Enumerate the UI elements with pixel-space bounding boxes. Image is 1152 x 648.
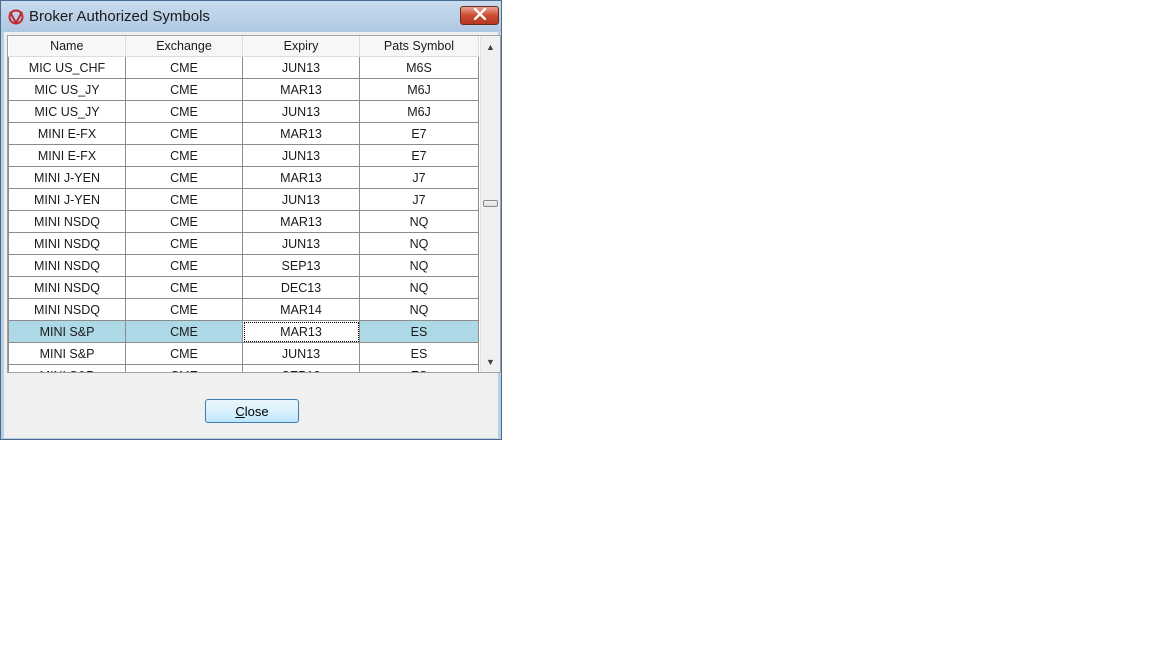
- table-row[interactable]: MINI J-YEN CME JUN13 J7: [8, 188, 479, 211]
- cell-expiry[interactable]: JUN13: [242, 232, 360, 255]
- cell-exchange[interactable]: CME: [125, 276, 243, 299]
- close-button-label: lose: [244, 403, 269, 419]
- cell-expiry[interactable]: MAR13: [242, 78, 360, 101]
- arrow-up-icon: ▲: [486, 41, 495, 52]
- cell-pats-symbol[interactable]: NQ: [359, 276, 479, 299]
- scroll-thumb[interactable]: [483, 200, 498, 207]
- header-row: Name Exchange Expiry Pats Symbol: [8, 36, 479, 57]
- cell-pats-symbol[interactable]: ES: [359, 320, 479, 343]
- vertical-scrollbar[interactable]: ▲ ▼: [480, 36, 500, 372]
- cell-expiry[interactable]: JUN13: [242, 188, 360, 211]
- table-row[interactable]: MINI E-FX CME JUN13 E7: [8, 144, 479, 167]
- cell-name[interactable]: MIC US_JY: [8, 78, 126, 101]
- cell-pats-symbol[interactable]: E7: [359, 144, 479, 167]
- symbols-table: Name Exchange Expiry Pats Symbol MIC US_…: [8, 36, 479, 372]
- cell-expiry[interactable]: SEP13: [242, 364, 360, 372]
- cell-expiry[interactable]: MAR13: [242, 122, 360, 145]
- cell-name[interactable]: MIC US_CHF: [8, 56, 126, 79]
- cell-exchange[interactable]: CME: [125, 166, 243, 189]
- cell-pats-symbol[interactable]: NQ: [359, 232, 479, 255]
- cell-expiry[interactable]: JUN13: [242, 56, 360, 79]
- cell-exchange[interactable]: CME: [125, 342, 243, 365]
- table-row[interactable]: MIC US_CHF CME JUN13 M6S: [8, 56, 479, 79]
- grid-viewport: Name Exchange Expiry Pats Symbol MIC US_…: [8, 36, 480, 372]
- cell-name[interactable]: MINI J-YEN: [8, 166, 126, 189]
- cell-expiry[interactable]: JUN13: [242, 144, 360, 167]
- cell-exchange[interactable]: CME: [125, 232, 243, 255]
- dialog-body: Name Exchange Expiry Pats Symbol MIC US_…: [4, 32, 501, 438]
- cell-pats-symbol[interactable]: M6J: [359, 78, 479, 101]
- cell-pats-symbol[interactable]: J7: [359, 166, 479, 189]
- cell-pats-symbol[interactable]: M6S: [359, 56, 479, 79]
- cell-exchange[interactable]: CME: [125, 144, 243, 167]
- table-row[interactable]: MINI S&PCMESEP13ES: [8, 364, 479, 372]
- table-row[interactable]: MINI NSDQ CME DEC13 NQ: [8, 276, 479, 299]
- cell-name[interactable]: MINI NSDQ: [8, 210, 126, 233]
- cell-exchange[interactable]: CME: [125, 100, 243, 123]
- cell-expiry[interactable]: MAR13: [242, 166, 360, 189]
- table-row[interactable]: MINI NSDQ CME SEP13 NQ: [8, 254, 479, 277]
- close-button-mnemonic: C: [235, 403, 245, 419]
- cell-expiry[interactable]: JUN13: [242, 342, 360, 365]
- symbols-grid: Name Exchange Expiry Pats Symbol MIC US_…: [7, 35, 501, 373]
- app-logo-icon: [7, 9, 25, 26]
- cell-pats-symbol[interactable]: M6J: [359, 100, 479, 123]
- cell-exchange[interactable]: CME: [125, 254, 243, 277]
- table-row[interactable]: MINI NSDQ CME MAR13 NQ: [8, 210, 479, 233]
- cell-exchange[interactable]: CME: [125, 298, 243, 321]
- cell-pats-symbol[interactable]: ES: [359, 364, 479, 372]
- column-header-expiry[interactable]: Expiry: [242, 36, 360, 57]
- cell-exchange[interactable]: CME: [125, 188, 243, 211]
- cell-name[interactable]: MINI S&P: [8, 320, 126, 343]
- cell-name[interactable]: MINI S&P: [8, 342, 126, 365]
- scroll-up-button[interactable]: ▲: [481, 38, 500, 55]
- cell-name[interactable]: MINI E-FX: [8, 144, 126, 167]
- cell-exchange[interactable]: CME: [125, 210, 243, 233]
- table-row[interactable]: MINI NSDQ CME MAR14 NQ: [8, 298, 479, 321]
- cell-pats-symbol[interactable]: E7: [359, 122, 479, 145]
- cell-expiry[interactable]: MAR13: [242, 210, 360, 233]
- table-row[interactable]: MIC US_JY CME MAR13 M6J: [8, 78, 479, 101]
- window-title: Broker Authorized Symbols: [29, 8, 210, 25]
- cell-exchange[interactable]: CME: [125, 320, 243, 343]
- cell-name[interactable]: MINI J-YEN: [8, 188, 126, 211]
- column-header-name[interactable]: Name: [8, 36, 126, 57]
- cell-expiry[interactable]: DEC13: [242, 276, 360, 299]
- cell-name[interactable]: MINI E-FX: [8, 122, 126, 145]
- cell-pats-symbol[interactable]: NQ: [359, 298, 479, 321]
- table-row[interactable]: MINI J-YEN CME MAR13 J7: [8, 166, 479, 189]
- cell-name[interactable]: MINI NSDQ: [8, 276, 126, 299]
- cell-exchange[interactable]: CME: [125, 56, 243, 79]
- scroll-down-button[interactable]: ▼: [481, 353, 500, 370]
- column-header-exchange[interactable]: Exchange: [125, 36, 243, 57]
- cell-expiry[interactable]: JUN13: [242, 100, 360, 123]
- cell-expiry[interactable]: MAR14: [242, 298, 360, 321]
- table-row[interactable]: MINI E-FX CME MAR13 E7: [8, 122, 479, 145]
- cell-name[interactable]: MINI NSDQ: [8, 232, 126, 255]
- cell-pats-symbol[interactable]: ES: [359, 342, 479, 365]
- cell-expiry[interactable]: MAR13: [242, 320, 360, 343]
- table-row[interactable]: MINI S&P CME JUN13 ES: [8, 342, 479, 365]
- column-header-pats-symbol[interactable]: Pats Symbol: [359, 36, 479, 57]
- cell-exchange[interactable]: CME: [125, 78, 243, 101]
- cell-pats-symbol[interactable]: NQ: [359, 210, 479, 233]
- table-row[interactable]: MINI NSDQ CME JUN13 NQ: [8, 232, 479, 255]
- table-row[interactable]: MINI S&P CME MAR13 ES: [8, 320, 479, 343]
- close-icon: [473, 7, 487, 25]
- table-row[interactable]: MIC US_JY CME JUN13 M6J: [8, 100, 479, 123]
- cell-exchange[interactable]: CME: [125, 364, 243, 372]
- cell-name[interactable]: MINI S&P: [8, 364, 126, 372]
- cell-name[interactable]: MINI NSDQ: [8, 254, 126, 277]
- broker-authorized-symbols-window: Broker Authorized Symbols Name Exchange …: [0, 0, 502, 440]
- cell-expiry[interactable]: SEP13: [242, 254, 360, 277]
- title-bar[interactable]: Broker Authorized Symbols: [1, 1, 501, 32]
- window-close-button[interactable]: [460, 6, 499, 25]
- cell-name[interactable]: MIC US_JY: [8, 100, 126, 123]
- cell-name[interactable]: MINI NSDQ: [8, 298, 126, 321]
- cell-pats-symbol[interactable]: J7: [359, 188, 479, 211]
- cell-exchange[interactable]: CME: [125, 122, 243, 145]
- cell-pats-symbol[interactable]: NQ: [359, 254, 479, 277]
- arrow-down-icon: ▼: [486, 356, 495, 367]
- close-button[interactable]: Close: [205, 399, 299, 423]
